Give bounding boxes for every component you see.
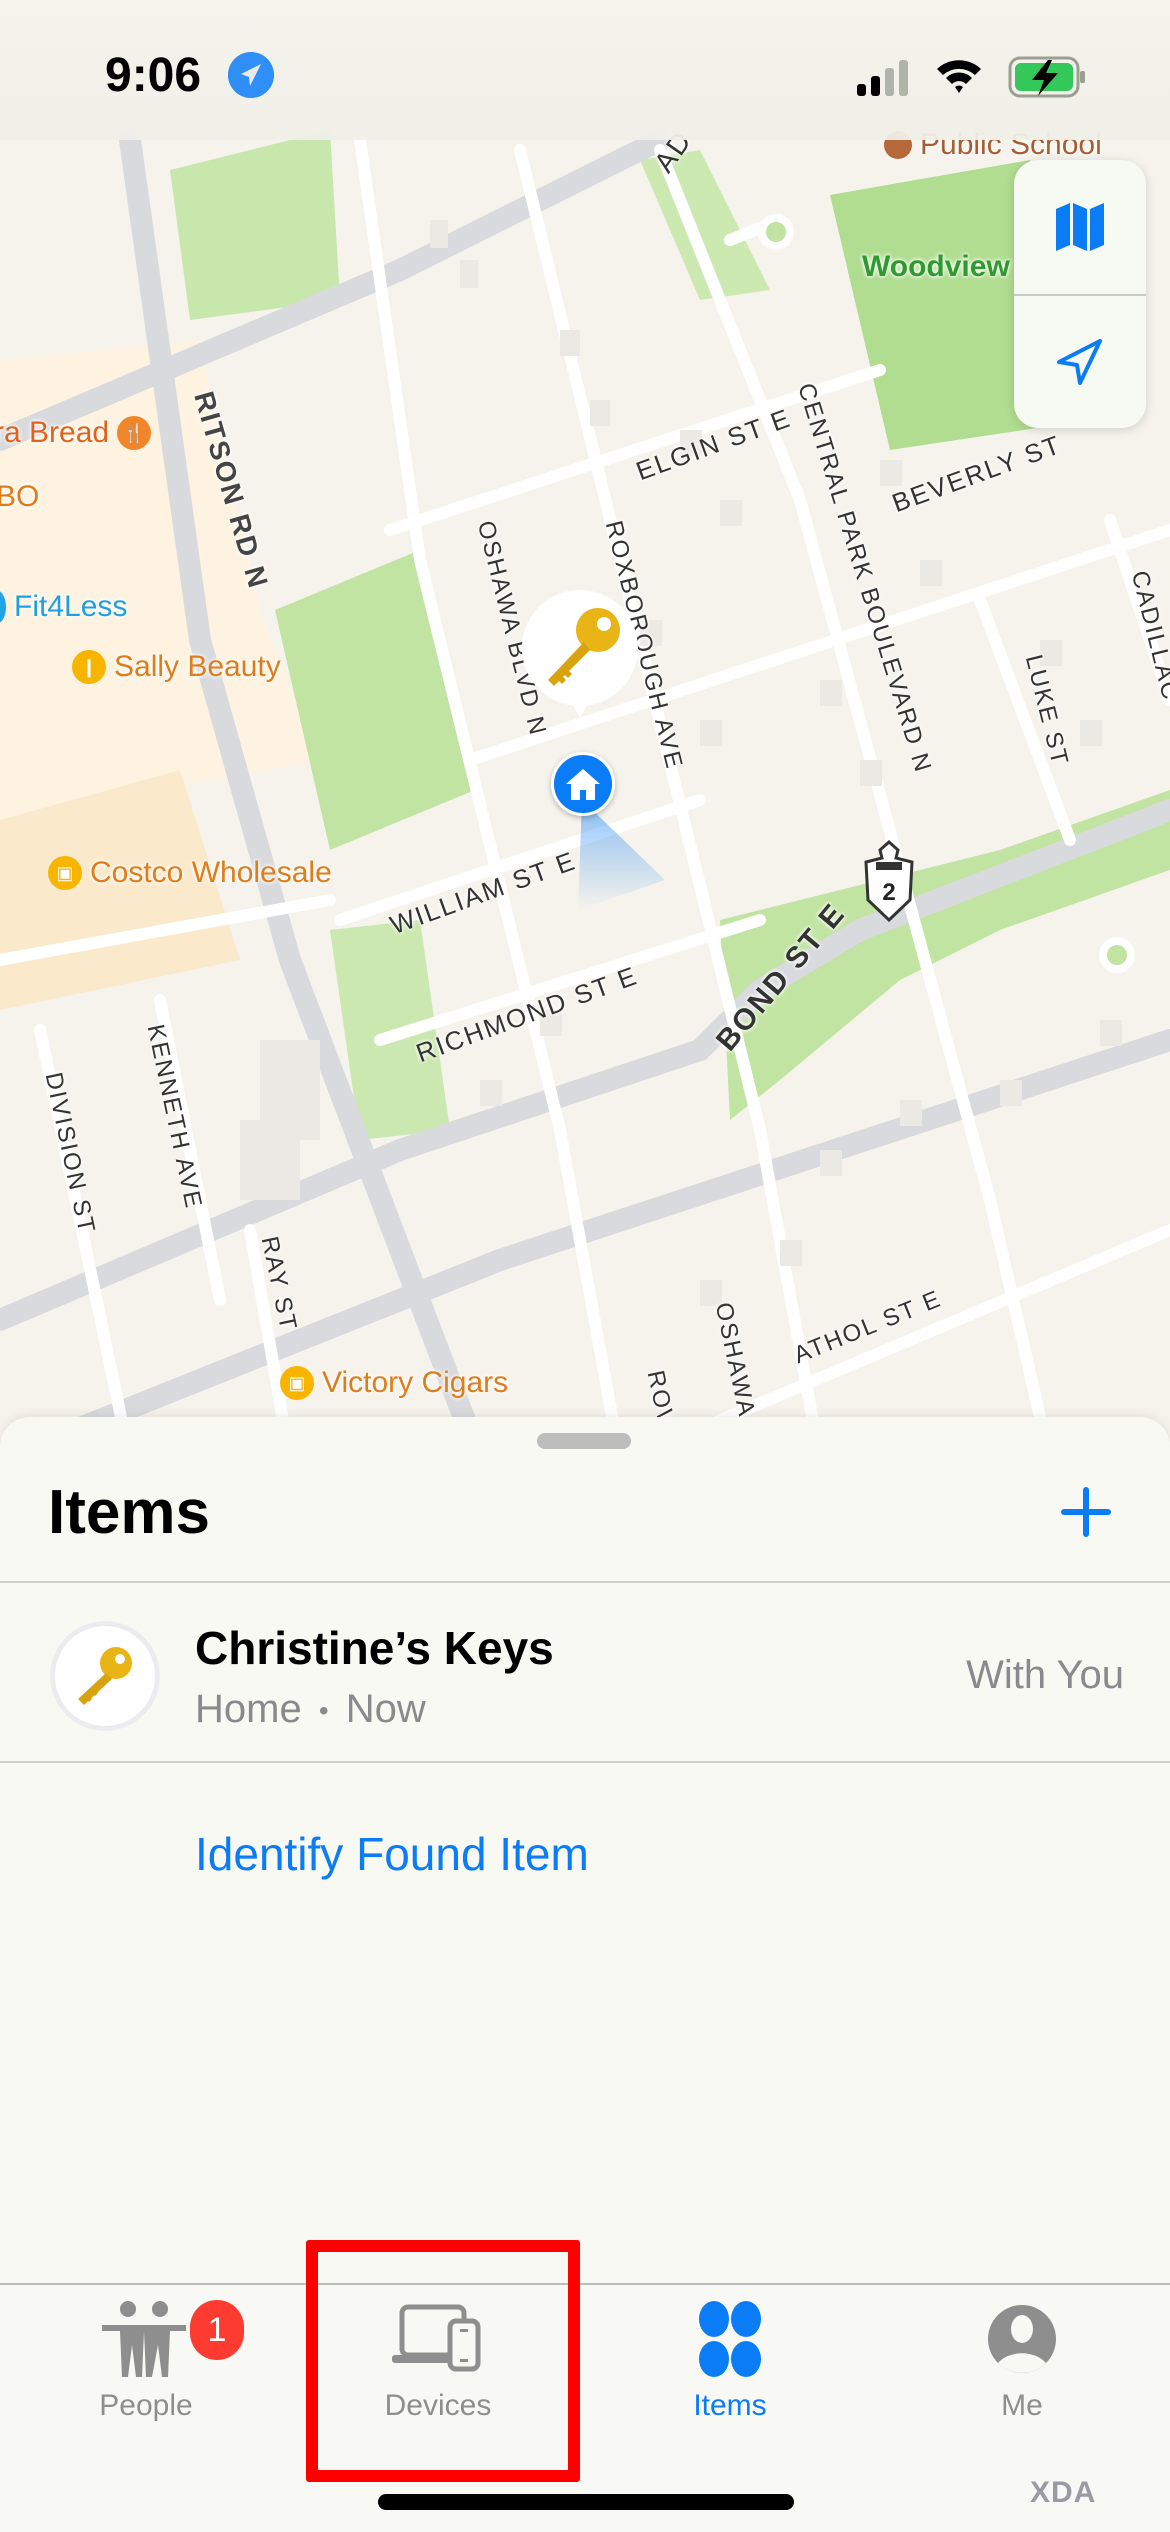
poi-panera-bread[interactable]: ra Bread 🍴 — [0, 416, 152, 450]
park-area — [275, 550, 475, 850]
highway-shield: 2 — [864, 840, 914, 922]
tab-label: Items — [693, 2389, 767, 2422]
poi-costco-wholesale[interactable]: ▣ Costco Wholesale — [48, 856, 332, 890]
tab-me[interactable]: Me — [922, 2299, 1122, 2449]
poi-sally-beauty[interactable]: ❙ Sally Beauty — [72, 650, 281, 684]
item-avatar — [50, 1621, 160, 1731]
sheet-grabber[interactable] — [537, 1433, 631, 1449]
item-status: With You — [966, 1653, 1124, 1697]
item-location-pin[interactable] — [518, 588, 642, 720]
notification-badge: 1 — [190, 2300, 244, 2360]
poi-label: Fit4Less — [14, 590, 128, 623]
people-icon — [102, 2301, 186, 2377]
map-view[interactable]: RITSON RD N ELGIN ST E BEVERLY ST OSHAWA… — [0, 0, 1170, 1460]
heading-cone — [578, 800, 665, 910]
item-name: Christine’s Keys — [195, 1622, 554, 1674]
poi-label: Costco Wholesale — [90, 856, 332, 889]
poi-label: ra Bread — [0, 416, 110, 449]
battery-charging-icon — [1008, 56, 1085, 98]
location-services-icon — [228, 52, 274, 98]
tab-items[interactable]: Items — [630, 2299, 830, 2449]
map-icon — [1056, 203, 1104, 251]
fork-knife-icon: 🍴 — [117, 416, 152, 450]
item-separator: • — [318, 1695, 329, 1727]
dumbbell-icon — [0, 590, 6, 624]
park-area — [170, 130, 340, 320]
house-icon — [566, 769, 600, 800]
locate-me-button[interactable] — [1014, 296, 1146, 428]
cellular-signal-icon — [857, 60, 908, 96]
tab-label: People — [99, 2389, 193, 2422]
home-indicator[interactable] — [378, 2494, 794, 2510]
item-location: Home — [195, 1687, 302, 1731]
wifi-icon — [937, 60, 981, 93]
find-my-screen: RITSON RD N ELGIN ST E BEVERLY ST OSHAWA… — [0, 0, 1170, 2532]
item-row[interactable]: Christine’s Keys Home • Now With You — [0, 1585, 1170, 1765]
item-subtitle: Home • Now — [195, 1687, 426, 1732]
identify-found-item-link[interactable]: Identify Found Item — [195, 1827, 589, 1881]
shopping-bag-icon: ▣ — [280, 1366, 314, 1400]
road-richmond — [374, 914, 766, 1046]
map-base — [0, 129, 1170, 1460]
person-circle-icon — [988, 2305, 1056, 2373]
poi-victory-cigars[interactable]: ▣ Victory Cigars — [280, 1366, 508, 1400]
key-icon — [78, 1647, 132, 1705]
divider — [0, 1761, 1170, 1763]
poi-label: Sally Beauty — [114, 650, 281, 683]
poi-fit4less[interactable]: Fit4Less — [0, 590, 127, 624]
location-arrow-icon — [1057, 339, 1102, 385]
home-location-pin[interactable] — [551, 752, 615, 816]
cul-de-sac — [1099, 937, 1135, 973]
sheet-title: Items — [48, 1478, 210, 1547]
poi-bo[interactable]: BO — [0, 480, 39, 514]
poi-label: BO — [0, 480, 40, 513]
add-item-button[interactable] — [1056, 1481, 1116, 1541]
annotation-highlight-box — [306, 2240, 580, 2482]
status-time: 9:06 — [105, 49, 202, 102]
status-bar: 9:06 — [0, 0, 1170, 140]
poi-label: Woodview — [862, 250, 1010, 283]
items-grid-icon — [699, 2301, 761, 2377]
shopping-bag-icon: ▣ — [48, 856, 82, 890]
xda-watermark: XDA — [1030, 2476, 1097, 2509]
poi-label: Victory Cigars — [322, 1366, 509, 1399]
poi-woodview[interactable]: Woodview — [862, 250, 1010, 284]
highway-number: 2 — [882, 879, 895, 906]
lipstick-icon: ❙ — [72, 650, 106, 684]
map-controls — [1014, 160, 1146, 428]
map-mode-button[interactable] — [1014, 160, 1146, 294]
cul-de-sac — [758, 214, 794, 250]
tab-label: Me — [1001, 2389, 1043, 2422]
divider — [0, 1581, 1170, 1583]
item-time: Now — [345, 1687, 426, 1731]
